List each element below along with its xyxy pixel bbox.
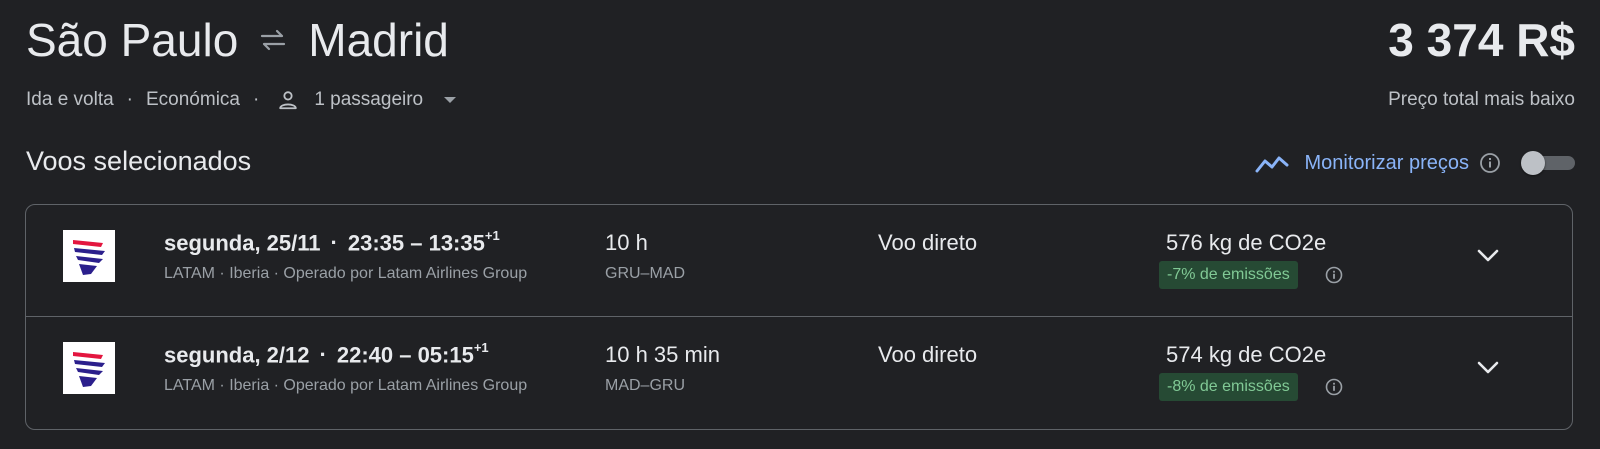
price-tracking: Monitorizar preços bbox=[1254, 147, 1575, 179]
flight-duration: 10 h 35 min bbox=[605, 342, 720, 367]
route: São Paulo Madrid bbox=[26, 14, 459, 66]
passengers-count: 1 passageiro bbox=[314, 89, 424, 110]
flight-row-return[interactable]: segunda, 2/12 · 22:40 – 05:15+1 LATAM · Ib… bbox=[26, 316, 1572, 430]
separator-dot: · bbox=[253, 89, 260, 110]
flight-airports: GRU–MAD bbox=[605, 265, 686, 282]
latam-logo bbox=[63, 230, 115, 282]
track-prices-link[interactable]: Monitorizar preços bbox=[1304, 152, 1469, 175]
flight-time-range: 23:35 – 13:35 bbox=[347, 230, 485, 256]
info-icon[interactable] bbox=[1479, 152, 1501, 174]
flight-airports: MAD–GRU bbox=[605, 377, 686, 394]
flight-times: segunda, 2/12 · 22:40 – 05:15+1 bbox=[164, 340, 489, 368]
expand-flight-button[interactable] bbox=[1470, 350, 1506, 386]
flight-emissions: 576 kg de CO2e bbox=[1166, 230, 1327, 255]
flight-date: segunda, 25/11 bbox=[164, 230, 321, 256]
info-icon[interactable] bbox=[1324, 377, 1344, 397]
swap-arrows-icon bbox=[256, 25, 290, 55]
origin-city: São Paulo bbox=[26, 14, 239, 66]
person-icon bbox=[276, 88, 300, 112]
separator-dot: · bbox=[330, 230, 338, 256]
destination-city: Madrid bbox=[308, 14, 449, 66]
emissions-badge: -7% de emissões bbox=[1159, 261, 1298, 289]
trip-type: Ida e volta bbox=[26, 89, 114, 110]
chevron-down-icon bbox=[1477, 361, 1499, 375]
separator-dot: · bbox=[126, 89, 133, 110]
flight-duration: 10 h bbox=[605, 230, 648, 255]
separator-dot: · bbox=[319, 342, 327, 368]
trip-summary: São Paulo Madrid Ida e volta · Económica… bbox=[26, 14, 459, 112]
airline-info: LATAM · Iberia · Operado por Latam Airli… bbox=[164, 265, 528, 282]
flight-row-outbound[interactable]: segunda, 25/11 · 23:35 – 13:35+1 LATAM · I… bbox=[26, 205, 1572, 318]
flight-times: segunda, 25/11 · 23:35 – 13:35+1 bbox=[164, 228, 500, 256]
passengers-selector[interactable]: 1 passageiro bbox=[276, 88, 459, 112]
latam-logo bbox=[63, 342, 115, 394]
caret-down-icon bbox=[441, 91, 459, 109]
section-title: Voos selecionados bbox=[26, 146, 252, 176]
selected-flights-list: segunda, 25/11 · 23:35 – 13:35+1 LATAM · I… bbox=[25, 204, 1573, 430]
toggle-knob bbox=[1521, 151, 1545, 175]
trip-options: Ida e volta · Económica · 1 passageiro bbox=[26, 88, 459, 112]
chevron-down-icon bbox=[1477, 249, 1499, 263]
trending-icon bbox=[1254, 151, 1290, 175]
day-offset: +1 bbox=[473, 340, 489, 355]
price-summary: 3 374 R$ Preço total mais baixo bbox=[1388, 14, 1575, 112]
flight-date: segunda, 2/12 bbox=[164, 342, 310, 368]
cabin-class: Económica bbox=[146, 89, 240, 110]
flight-emissions: 574 kg de CO2e bbox=[1166, 342, 1327, 367]
info-icon[interactable] bbox=[1324, 265, 1344, 285]
flight-stops: Voo direto bbox=[878, 230, 978, 255]
flight-time-range: 22:40 – 05:15 bbox=[336, 342, 474, 368]
airline-info: LATAM · Iberia · Operado por Latam Airli… bbox=[164, 377, 528, 394]
total-price: 3 374 R$ bbox=[1388, 14, 1575, 66]
emissions-badge: -8% de emissões bbox=[1159, 373, 1298, 401]
price-label: Preço total mais baixo bbox=[1388, 89, 1575, 110]
day-offset: +1 bbox=[484, 228, 500, 243]
flight-stops: Voo direto bbox=[878, 342, 978, 367]
track-prices-toggle[interactable] bbox=[1521, 151, 1575, 175]
expand-flight-button[interactable] bbox=[1470, 238, 1506, 274]
